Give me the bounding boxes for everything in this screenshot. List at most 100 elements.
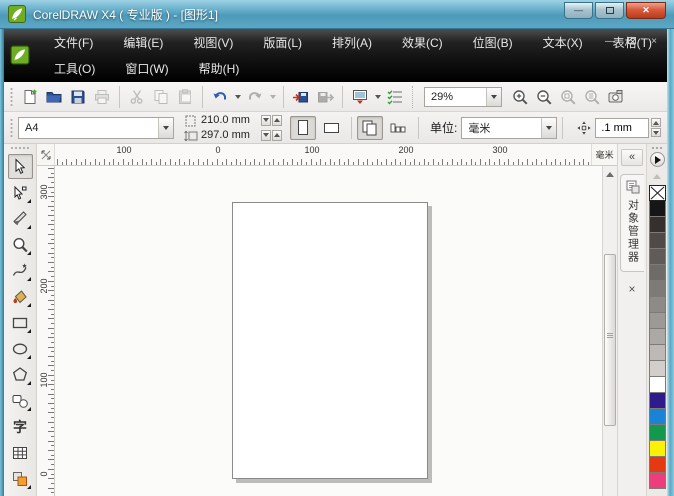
landscape-button[interactable] — [318, 116, 344, 140]
nudge-spinner[interactable] — [651, 118, 662, 137]
scroll-up-button[interactable] — [604, 168, 616, 181]
snapshot-button[interactable] — [604, 85, 628, 109]
color-swatch[interactable] — [648, 281, 666, 297]
vertical-scrollbar[interactable] — [602, 166, 617, 496]
color-swatch[interactable] — [648, 393, 666, 409]
color-swatch[interactable] — [648, 201, 666, 217]
zoom-in-button[interactable] — [508, 85, 532, 109]
chevron-down-icon[interactable] — [541, 117, 557, 138]
paste-button[interactable] — [173, 85, 197, 109]
color-swatch[interactable] — [648, 217, 666, 233]
menu-item[interactable]: 位图(B) — [465, 31, 521, 54]
ellipse-tool-button[interactable] — [8, 336, 33, 361]
docker-close-button[interactable]: × — [624, 282, 640, 296]
paper-height-value[interactable]: 297.0 mm — [201, 129, 259, 141]
menu-item[interactable]: 编辑(E) — [115, 31, 171, 54]
table-tool-button[interactable] — [8, 440, 33, 465]
cut-button[interactable] — [125, 85, 149, 109]
zoom-selection-button[interactable] — [556, 85, 580, 109]
paper-width-value[interactable]: 210.0 mm — [201, 114, 259, 126]
app-launcher-button[interactable] — [348, 85, 372, 109]
menu-item[interactable]: 帮助(H) — [191, 57, 248, 80]
save-button[interactable] — [66, 85, 90, 109]
paper-width-spinner[interactable] — [261, 114, 282, 126]
color-swatch[interactable] — [648, 297, 666, 313]
color-swatch[interactable] — [648, 457, 666, 473]
scrollbar-thumb[interactable] — [604, 254, 616, 426]
toolbox-grip[interactable] — [10, 146, 30, 151]
undo-dropdown-button[interactable] — [232, 85, 243, 109]
undo-button[interactable] — [208, 85, 232, 109]
maximize-button[interactable] — [595, 2, 624, 19]
mdi-close-button[interactable]: × — [647, 35, 661, 49]
open-folder-button[interactable] — [42, 85, 66, 109]
welcome-checklist-button[interactable] — [383, 85, 407, 109]
menu-item[interactable]: 视图(V) — [185, 31, 241, 54]
new-document-button[interactable] — [18, 85, 42, 109]
all-pages-button[interactable] — [357, 115, 383, 140]
units-combobox[interactable]: 毫米 — [461, 116, 558, 139]
palette-flyout-button[interactable] — [649, 152, 665, 167]
color-swatch[interactable] — [648, 345, 666, 361]
color-swatch[interactable] — [648, 249, 666, 265]
paper-preset-combobox[interactable]: A4 — [18, 116, 174, 139]
mdi-minimize-button[interactable]: — — [603, 35, 617, 49]
color-swatch[interactable] — [648, 409, 666, 425]
minimize-button[interactable]: — — [564, 2, 593, 19]
freehand-tool-button[interactable] — [8, 258, 33, 283]
color-swatch[interactable] — [648, 377, 666, 393]
export-button[interactable] — [313, 85, 337, 109]
pick-tool-button[interactable] — [7, 154, 33, 179]
chevron-down-icon[interactable] — [158, 117, 173, 138]
menu-item[interactable]: 工具(O) — [46, 57, 103, 80]
rectangle-tool-button[interactable] — [8, 310, 33, 335]
zoom-level-combobox[interactable]: 29% — [424, 86, 502, 107]
palette-scroll-up-button[interactable] — [650, 170, 665, 183]
zoom-all-button[interactable] — [580, 85, 604, 109]
close-button[interactable]: ✕ — [626, 2, 666, 19]
menu-item[interactable]: 文本(X) — [535, 31, 591, 54]
menu-item[interactable]: 效果(C) — [394, 31, 451, 54]
interactive-tool-button[interactable] — [8, 466, 33, 491]
zoom-out-button[interactable] — [532, 85, 556, 109]
crop-tool-button[interactable] — [8, 206, 33, 231]
shape-tool-button[interactable] — [8, 180, 33, 205]
portrait-button[interactable] — [290, 115, 316, 140]
chevron-down-icon[interactable] — [486, 87, 501, 106]
menu-item[interactable]: 排列(A) — [324, 31, 380, 54]
basic-shapes-tool-button[interactable] — [8, 388, 33, 413]
import-button[interactable] — [289, 85, 313, 109]
redo-dropdown-button[interactable] — [267, 85, 278, 109]
color-swatch[interactable] — [648, 441, 666, 457]
polygon-tool-button[interactable] — [8, 362, 33, 387]
toolbar-grip[interactable] — [9, 86, 14, 107]
nudge-distance-input[interactable]: .1 mm — [595, 117, 650, 138]
menu-item[interactable]: 文件(F) — [46, 31, 101, 54]
print-button[interactable] — [90, 85, 114, 109]
smart-fill-tool-button[interactable] — [8, 284, 33, 309]
menu-item[interactable]: 窗口(W) — [117, 57, 176, 80]
color-swatch[interactable] — [648, 329, 666, 345]
color-swatch-none[interactable] — [648, 185, 666, 201]
redo-button[interactable] — [243, 85, 267, 109]
vertical-ruler[interactable]: 300 200 100 0 — [37, 166, 55, 496]
horizontal-ruler[interactable]: 100 0 100 200 300 — [55, 144, 591, 165]
color-swatch[interactable] — [648, 233, 666, 249]
property-bar-grip[interactable] — [9, 117, 14, 138]
paper-height-spinner[interactable] — [261, 129, 282, 141]
mdi-restore-button[interactable] — [625, 35, 639, 49]
color-swatch[interactable] — [648, 473, 666, 489]
docker-tab-object-manager[interactable]: 对象管理器 — [620, 174, 644, 272]
ruler-origin-button[interactable] — [37, 144, 55, 165]
color-swatch[interactable] — [648, 265, 666, 281]
text-tool-button[interactable]: 字 — [8, 414, 33, 439]
zoom-tool-button[interactable] — [8, 232, 33, 257]
app-launcher-dropdown-button[interactable] — [372, 85, 383, 109]
canvas[interactable] — [55, 166, 602, 496]
facing-pages-button[interactable] — [385, 116, 411, 140]
color-swatch[interactable] — [648, 361, 666, 377]
menu-item[interactable]: 版面(L) — [255, 31, 310, 54]
docker-collapse-button[interactable]: « — [621, 149, 643, 166]
copy-button[interactable] — [149, 85, 173, 109]
color-swatch[interactable] — [648, 425, 666, 441]
